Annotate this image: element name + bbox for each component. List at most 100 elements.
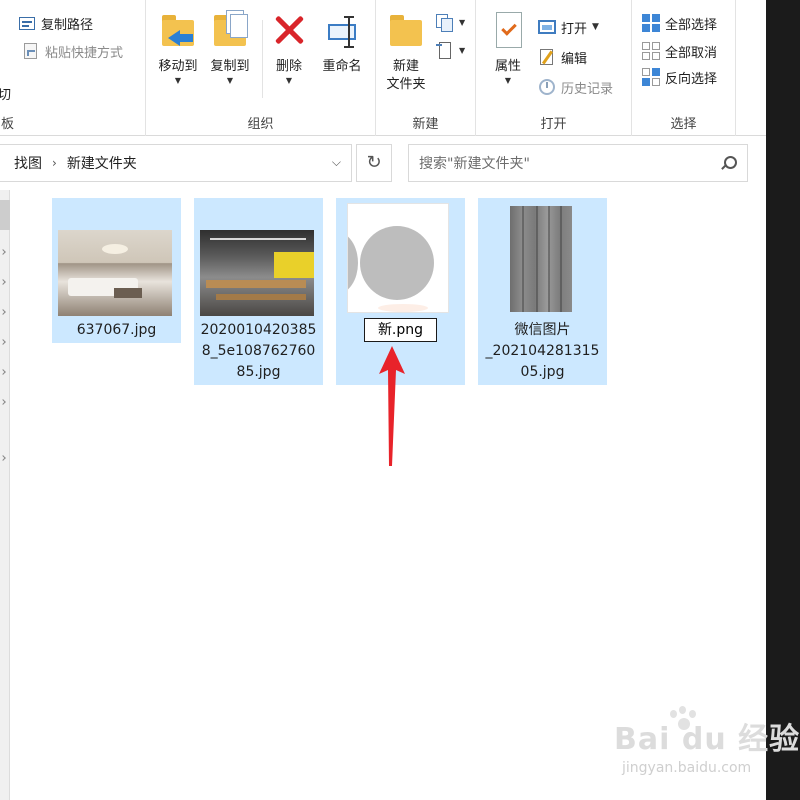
paste-shortcut-icon bbox=[22, 42, 40, 60]
easy-access-icon bbox=[436, 42, 454, 60]
file-name-line: 05.jpg bbox=[520, 364, 565, 380]
ribbon-group-open: 属性 ▼ 打开 ▼ 编辑 历史记录 打开 bbox=[476, 0, 632, 136]
copy-path-button[interactable]: 复制路径 bbox=[18, 12, 93, 34]
chevron-down-icon: ▼ bbox=[226, 76, 234, 85]
chevron-down-icon: ▼ bbox=[459, 18, 466, 27]
ribbon-group-clipboard: 复制路径 粘贴快捷方式 切 板 bbox=[0, 0, 146, 136]
file-name-line: 2020010420385 bbox=[200, 322, 317, 338]
history-label: 历史记录 bbox=[561, 81, 614, 97]
edit-icon bbox=[538, 48, 556, 66]
new-folder-button[interactable]: 新建 文件夹 bbox=[378, 10, 434, 94]
copy-to-label: 复制到 bbox=[210, 59, 250, 74]
file-name-line: _202104281315 bbox=[485, 343, 600, 359]
expand-chevron-icon[interactable] bbox=[0, 249, 6, 255]
chevron-down-icon: ▼ bbox=[459, 46, 466, 55]
rename-input[interactable]: 新.png bbox=[364, 318, 437, 342]
select-all-icon bbox=[642, 14, 660, 32]
edit-button[interactable]: 编辑 bbox=[538, 46, 587, 68]
chevron-down-icon: ▼ bbox=[592, 22, 599, 32]
file-name-line: 85.jpg bbox=[236, 364, 281, 380]
group-label-open: 打开 bbox=[540, 117, 567, 132]
move-to-icon bbox=[160, 10, 196, 52]
navigation-pane[interactable] bbox=[0, 190, 10, 800]
breadcrumb-current[interactable]: 新建文件夹 bbox=[67, 153, 137, 173]
properties-icon bbox=[490, 10, 526, 52]
open-button[interactable]: 打开 ▼ bbox=[538, 16, 599, 38]
address-dropdown-icon[interactable]: ⌵ bbox=[332, 155, 341, 170]
watermark: Bai du 经验 jingyan.baidu.com bbox=[614, 706, 799, 794]
rename-button[interactable]: 重命名 bbox=[314, 10, 370, 76]
red-arrow-annotation bbox=[379, 346, 405, 466]
delete-icon bbox=[271, 10, 307, 52]
new-item-icon bbox=[436, 14, 454, 32]
invert-selection-button[interactable]: 反向选择 bbox=[642, 66, 717, 88]
watermark-url: jingyan.baidu.com bbox=[622, 760, 752, 776]
expand-chevron-icon[interactable] bbox=[0, 309, 6, 315]
invert-selection-label: 反向选择 bbox=[665, 71, 718, 87]
file-item[interactable]: 微信图片 _202104281315 05.jpg bbox=[478, 198, 607, 385]
search-icon bbox=[721, 156, 737, 170]
refresh-icon: ↻ bbox=[366, 152, 382, 173]
move-to-button[interactable]: 移动到 ▼ bbox=[152, 10, 204, 86]
select-none-icon bbox=[642, 42, 660, 60]
window-dark-edge bbox=[766, 0, 800, 800]
file-thumbnail bbox=[348, 204, 448, 312]
watermark-logo-text: Bai du 经验 bbox=[614, 722, 800, 757]
separator bbox=[262, 20, 263, 98]
copy-path-icon bbox=[18, 14, 36, 32]
ribbon-group-select: 全部选择 全部取消 反向选择 选择 bbox=[632, 0, 736, 136]
expand-chevron-icon[interactable] bbox=[0, 369, 6, 375]
file-thumbnail bbox=[510, 206, 572, 312]
cut-label: 切 bbox=[0, 87, 12, 103]
breadcrumb-item[interactable]: 找图 bbox=[14, 153, 42, 173]
file-name-line: 637067.jpg bbox=[76, 322, 157, 338]
expand-chevron-icon[interactable] bbox=[0, 279, 6, 285]
select-all-button[interactable]: 全部选择 bbox=[642, 12, 717, 34]
group-label-select: 选择 bbox=[670, 117, 697, 132]
new-folder-icon bbox=[388, 10, 424, 52]
copy-to-button[interactable]: 复制到 ▼ bbox=[204, 10, 256, 86]
select-none-label: 全部取消 bbox=[665, 45, 718, 61]
select-all-label: 全部选择 bbox=[665, 17, 718, 33]
chevron-down-icon: ▼ bbox=[504, 76, 512, 85]
delete-button[interactable]: 删除 ▼ bbox=[266, 10, 312, 86]
navigation-scrollbar-thumb[interactable] bbox=[0, 200, 10, 230]
ribbon-group-organize: 移动到 ▼ 复制到 ▼ 删除 ▼ 重命名 组织 bbox=[146, 0, 376, 136]
properties-button[interactable]: 属性 ▼ bbox=[484, 10, 532, 86]
file-item[interactable]: 2020010420385 8_5e108762760 85.jpg bbox=[194, 198, 323, 385]
edit-label: 编辑 bbox=[561, 51, 588, 67]
search-placeholder: 搜索"新建文件夹" bbox=[419, 156, 530, 172]
new-item-button[interactable]: ▼ bbox=[436, 12, 465, 34]
invert-selection-icon bbox=[642, 68, 660, 86]
paste-shortcut-button[interactable]: 粘贴快捷方式 bbox=[22, 40, 123, 62]
address-bar[interactable]: 找图 › 新建文件夹 ⌵ bbox=[0, 144, 352, 182]
group-label-new: 新建 bbox=[412, 117, 439, 132]
file-item[interactable]: 637067.jpg bbox=[52, 198, 181, 343]
copy-path-label: 复制路径 bbox=[41, 17, 94, 33]
group-label-organize: 组织 bbox=[247, 117, 274, 132]
chevron-down-icon: ▼ bbox=[174, 76, 182, 85]
rename-icon bbox=[324, 10, 360, 52]
file-name-line: 8_5e108762760 bbox=[201, 343, 316, 359]
history-button[interactable]: 历史记录 bbox=[538, 76, 613, 98]
refresh-button[interactable]: ↻ bbox=[356, 144, 392, 182]
delete-label: 删除 bbox=[275, 59, 302, 74]
expand-chevron-icon[interactable] bbox=[0, 339, 6, 345]
new-folder-label-line2: 文件夹 bbox=[386, 77, 426, 92]
properties-label: 属性 bbox=[494, 59, 521, 74]
chevron-down-icon: ▼ bbox=[285, 76, 293, 85]
group-label-clipboard: 板 bbox=[0, 117, 14, 132]
breadcrumb-chevron-icon[interactable]: › bbox=[52, 156, 57, 170]
copy-to-icon bbox=[212, 10, 248, 52]
file-thumbnail bbox=[58, 230, 172, 316]
cut-button[interactable]: 切 bbox=[0, 82, 11, 104]
rename-label: 重命名 bbox=[322, 59, 362, 74]
expand-chevron-icon[interactable] bbox=[0, 399, 6, 405]
easy-access-button[interactable]: ▼ bbox=[436, 40, 465, 62]
search-input[interactable]: 搜索"新建文件夹" bbox=[408, 144, 748, 182]
paste-shortcut-label: 粘贴快捷方式 bbox=[45, 45, 124, 61]
ribbon: 复制路径 粘贴快捷方式 切 板 移动到 ▼ 复制到 ▼ 删除 ▼ 重命名 组织 … bbox=[0, 0, 766, 136]
move-to-label: 移动到 bbox=[158, 59, 198, 74]
select-none-button[interactable]: 全部取消 bbox=[642, 40, 717, 62]
expand-chevron-icon[interactable] bbox=[0, 455, 6, 461]
